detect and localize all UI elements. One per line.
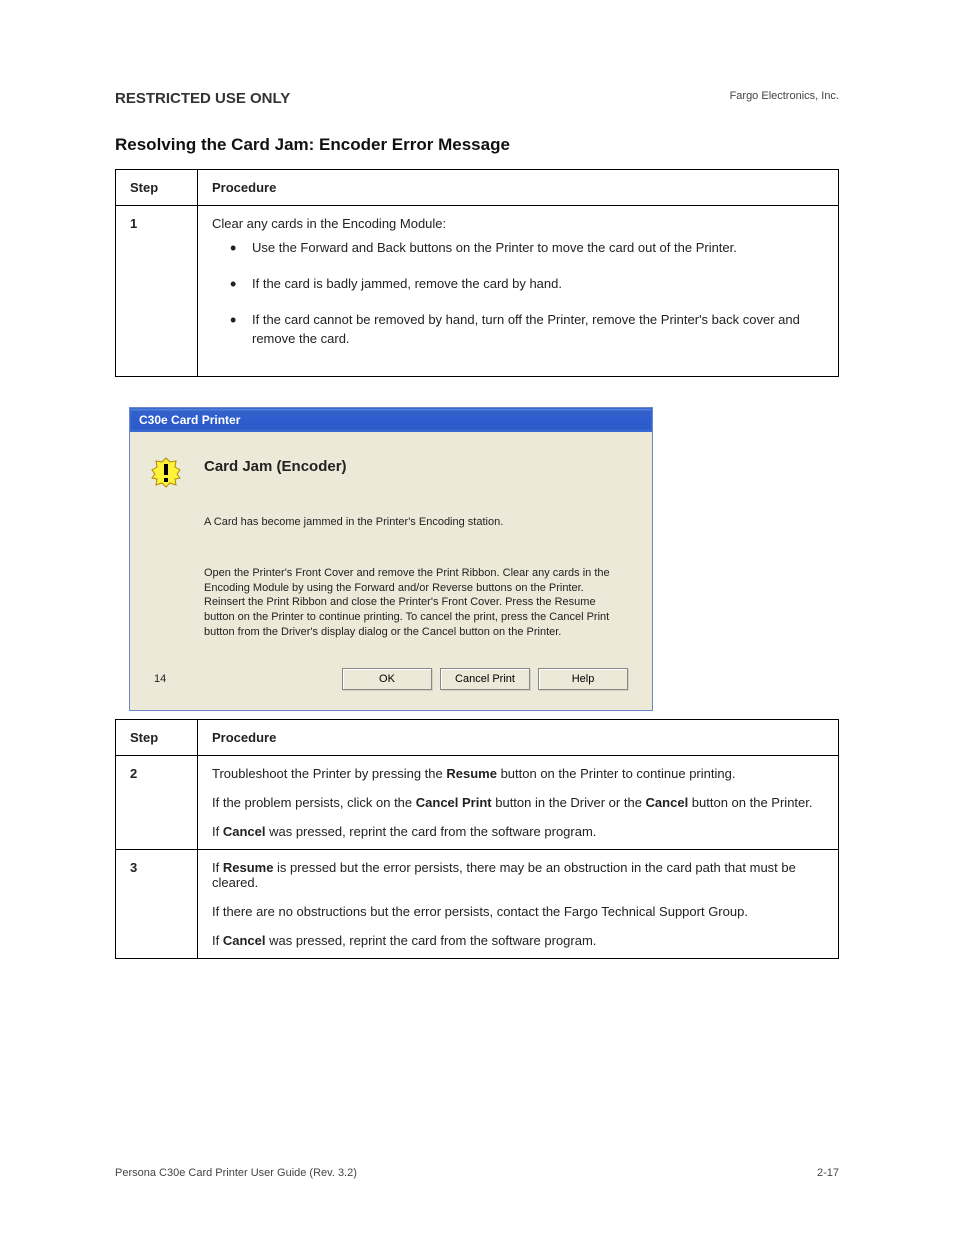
procedure-table-2: Step Procedure 2 Troubleshoot the Printe…	[115, 719, 839, 959]
cancel-bold-3: Cancel	[223, 933, 266, 948]
step-1-intro: Clear any cards in the Encoding Module:	[212, 216, 446, 231]
warning-icon	[150, 456, 182, 488]
page-container: RESTRICTED USE ONLY Fargo Electronics, I…	[0, 0, 954, 999]
step-number-1: 1	[116, 206, 198, 377]
page-footer: Persona C30e Card Printer User Guide (Re…	[115, 1167, 839, 1179]
dialog-titlebar: C30e Card Printer	[130, 408, 652, 432]
dialog-instructions: Open the Printer's Front Cover and remov…	[204, 566, 614, 640]
bullet-3: If the card cannot be removed by hand, t…	[230, 311, 824, 347]
dialog-footer: 14 OK Cancel Print Help	[150, 668, 632, 698]
dialog-body: Card Jam (Encoder) A Card has become jam…	[130, 432, 652, 710]
col-header-step: Step	[116, 170, 198, 206]
t2f: If	[212, 824, 223, 839]
t2g: was pressed, reprint the card from the s…	[265, 824, 596, 839]
page-header: RESTRICTED USE ONLY Fargo Electronics, I…	[115, 90, 839, 107]
step-1-procedure: Clear any cards in the Encoding Module: …	[198, 206, 839, 377]
cancel-bold-1: Cancel	[646, 795, 689, 810]
dialog-top-row: Card Jam (Encoder)	[150, 452, 632, 488]
t2c: If the problem persists, click on the	[212, 795, 416, 810]
dialog-screenshot: C30e Card Printer Card Jam (Encoder) A C…	[115, 407, 839, 711]
t3a: If	[212, 860, 223, 875]
t3e: was pressed, reprint the card from the s…	[265, 933, 596, 948]
t2e: button on the Printer.	[688, 795, 812, 810]
section-title: Resolving the Card Jam: Encoder Error Me…	[115, 135, 839, 155]
step-2-procedure: Troubleshoot the Printer by pressing the…	[198, 755, 839, 849]
procedure-table-1: Step Procedure 1 Clear any cards in the …	[115, 169, 839, 377]
step-1-bullets: Use the Forward and Back buttons on the …	[212, 239, 824, 348]
footer-doc-title: Persona C30e Card Printer User Guide (Re…	[115, 1167, 357, 1179]
dialog-heading: Card Jam (Encoder)	[204, 458, 347, 475]
restricted-label: RESTRICTED USE ONLY	[115, 90, 290, 107]
step-number-3: 3	[116, 849, 198, 958]
t2b: button on the Printer to continue printi…	[497, 766, 736, 781]
cancel-bold-2: Cancel	[223, 824, 266, 839]
cancel-print-bold: Cancel Print	[416, 795, 492, 810]
dialog-title: C30e Card Printer	[139, 413, 240, 427]
t2a: Troubleshoot the Printer by pressing the	[212, 766, 446, 781]
step-3-procedure: If Resume is pressed but the error persi…	[198, 849, 839, 958]
bullet-2: If the card is badly jammed, remove the …	[230, 275, 824, 293]
help-button[interactable]: Help	[538, 668, 628, 690]
step-number-2: 2	[116, 755, 198, 849]
col-header-procedure-2: Procedure	[198, 719, 839, 755]
bullet-1: Use the Forward and Back buttons on the …	[230, 239, 824, 257]
company-name: Fargo Electronics, Inc.	[730, 90, 839, 107]
dialog-buttons: OK Cancel Print Help	[342, 668, 628, 690]
resume-bold-2: Resume	[223, 860, 274, 875]
xp-dialog: C30e Card Printer Card Jam (Encoder) A C…	[129, 407, 653, 711]
t3b: is pressed but the error persists, there…	[212, 860, 796, 890]
cancel-print-button[interactable]: Cancel Print	[440, 668, 530, 690]
ok-button[interactable]: OK	[342, 668, 432, 690]
col-header-step-2: Step	[116, 719, 198, 755]
error-code: 14	[154, 673, 166, 685]
t2d: button in the Driver or the	[492, 795, 646, 810]
footer-page-number: 2-17	[817, 1167, 839, 1179]
col-header-procedure: Procedure	[198, 170, 839, 206]
t3d: If	[212, 933, 223, 948]
t3c: If there are no obstructions but the err…	[212, 904, 824, 919]
dialog-message: A Card has become jammed in the Printer'…	[204, 516, 632, 528]
resume-bold-1: Resume	[446, 766, 497, 781]
